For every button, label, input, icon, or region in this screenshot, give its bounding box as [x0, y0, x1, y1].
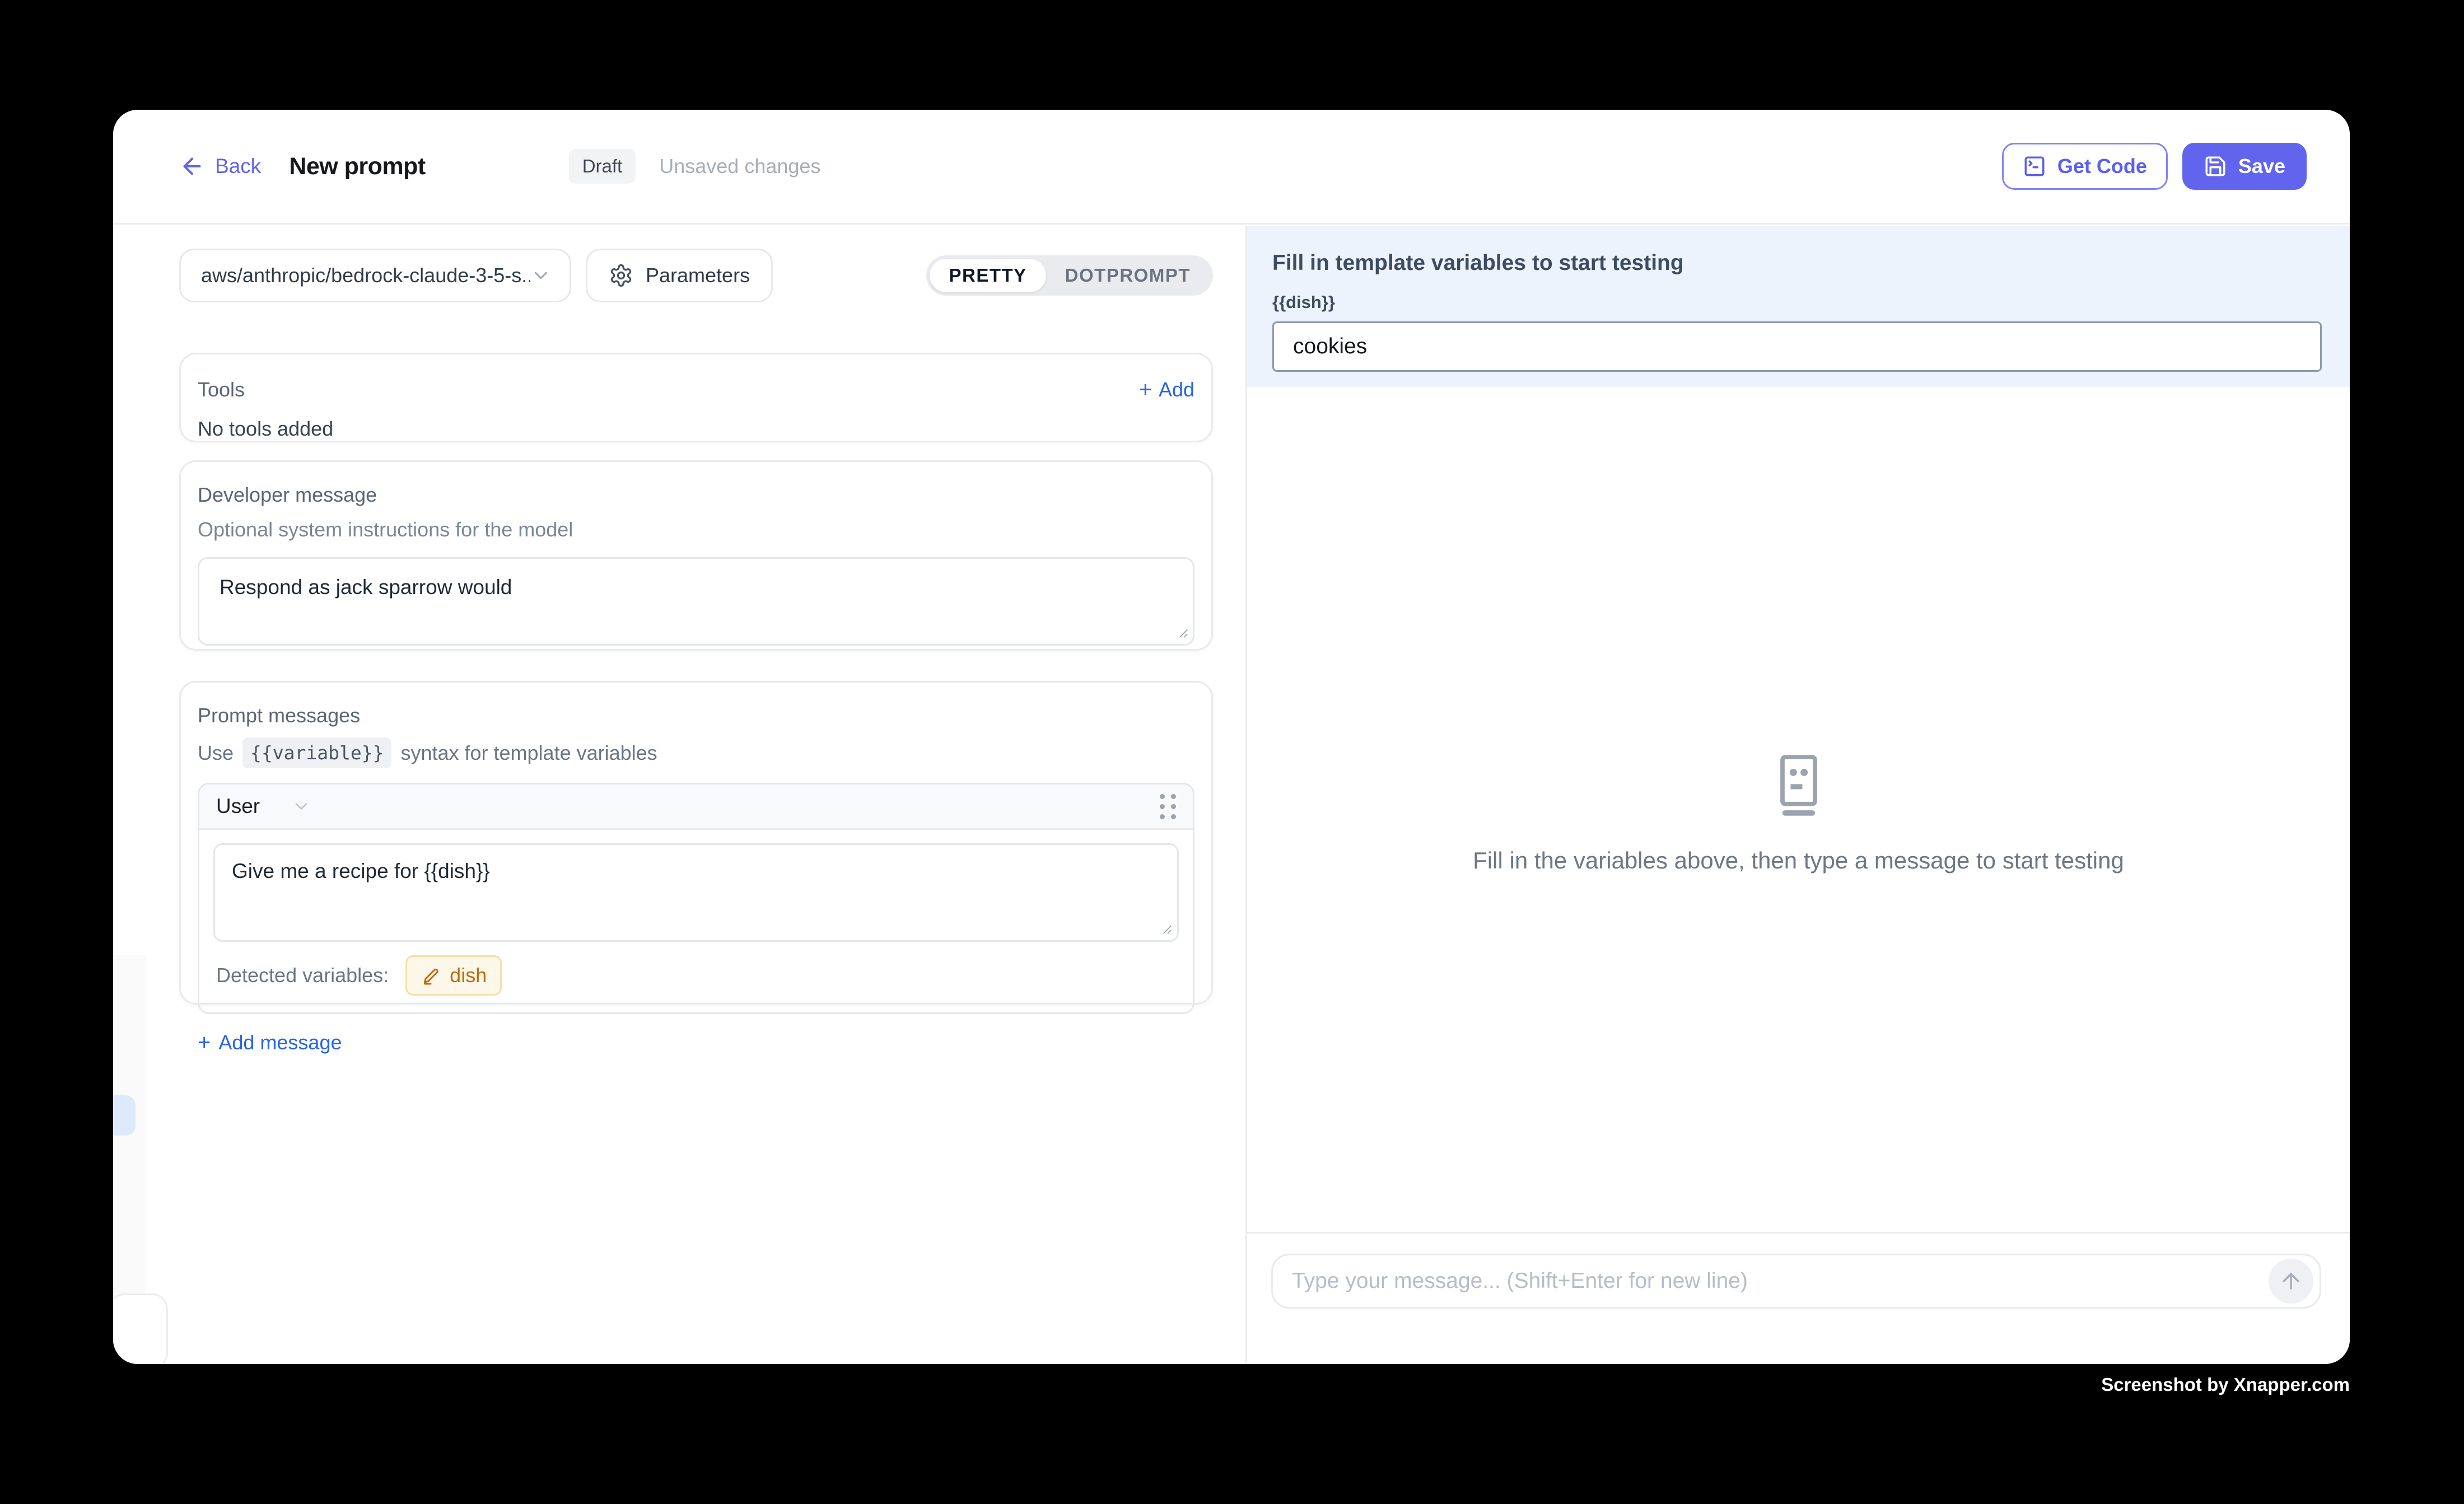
resize-handle-icon[interactable]: [1177, 627, 1189, 639]
add-message-button[interactable]: + Add message: [198, 1031, 1194, 1054]
arrow-left-icon: [179, 153, 205, 179]
model-selector[interactable]: aws/anthropic/bedrock-claude-3-5-s...: [179, 249, 571, 302]
back-button[interactable]: Back: [179, 153, 261, 179]
variable-dish-label: {{dish}}: [1272, 292, 2322, 312]
chevron-down-icon: [291, 796, 311, 816]
background-popover-edge: [113, 1293, 168, 1364]
user-message-textarea[interactable]: Give me a recipe for {{dish}}: [213, 843, 1179, 942]
app-window: Back New prompt Draft Unsaved changes Ge…: [113, 110, 2350, 1364]
save-label: Save: [2238, 155, 2285, 178]
parameters-button[interactable]: Parameters: [586, 249, 773, 302]
plus-icon: +: [198, 1033, 211, 1053]
chevron-down-icon: [530, 265, 552, 286]
prompt-messages-title: Prompt messages: [198, 704, 1194, 727]
drag-handle-icon[interactable]: [1160, 794, 1176, 819]
template-variables-section: Fill in template variables to start test…: [1247, 226, 2350, 387]
save-button[interactable]: Save: [2182, 143, 2307, 190]
unsaved-changes-text: Unsaved changes: [659, 155, 820, 178]
variable-chip-label: dish: [450, 964, 487, 987]
test-panel: Fill in template variables to start test…: [1245, 226, 2350, 1364]
add-message-label: Add message: [218, 1031, 342, 1054]
variable-dish-input[interactable]: [1272, 321, 2322, 372]
save-icon: [2204, 155, 2227, 178]
parameters-label: Parameters: [646, 264, 750, 287]
toggle-pretty[interactable]: PRETTY: [930, 259, 1046, 292]
syntax-prefix: Use: [198, 741, 234, 765]
add-tool-button[interactable]: + Add: [1139, 378, 1194, 401]
chat-empty-state: Fill in the variables above, then type a…: [1247, 753, 2350, 874]
format-toggle: PRETTY DOTPROMPT: [926, 255, 1213, 296]
get-code-label: Get Code: [2057, 155, 2147, 178]
get-code-button[interactable]: Get Code: [2002, 143, 2168, 190]
chat-message-input[interactable]: [1271, 1254, 2321, 1309]
prompt-editor-panel: aws/anthropic/bedrock-claude-3-5-s... Pa…: [113, 226, 1245, 1364]
developer-message-subtitle: Optional system instructions for the mod…: [198, 518, 1194, 541]
plus-icon: +: [1139, 380, 1152, 400]
pencil-icon: [421, 965, 441, 985]
tools-card: Tools + Add No tools added: [179, 353, 1213, 442]
terminal-icon: [2023, 155, 2046, 178]
gear-icon: [609, 263, 633, 288]
message-block: User Give me a recipe for {{dish}} Detec…: [198, 783, 1194, 1014]
composer-divider: [1247, 1232, 2350, 1234]
status-badge: Draft: [569, 149, 636, 184]
variable-chip-dish[interactable]: dish: [405, 955, 502, 996]
toggle-dotprompt[interactable]: DOTPROMPT: [1046, 259, 1210, 292]
developer-message-title: Developer message: [198, 483, 1194, 507]
model-row: aws/anthropic/bedrock-claude-3-5-s... Pa…: [179, 249, 1213, 302]
message-header: User: [199, 784, 1193, 830]
page-title: New prompt: [289, 153, 425, 180]
chat-composer: [1271, 1254, 2321, 1309]
header-bar: Back New prompt Draft Unsaved changes Ge…: [113, 110, 2350, 225]
syntax-hint: Use {{variable}} syntax for template var…: [198, 737, 1194, 768]
prompt-messages-card: Prompt messages Use {{variable}} syntax …: [179, 681, 1213, 1005]
role-selector-value: User: [216, 795, 260, 818]
add-tool-label: Add: [1159, 378, 1194, 401]
syntax-code-chip: {{variable}}: [242, 737, 391, 768]
tools-empty-text: No tools added: [198, 417, 1194, 441]
back-label: Back: [215, 155, 261, 178]
syntax-suffix: syntax for template variables: [400, 741, 657, 765]
send-button[interactable]: [2269, 1259, 2313, 1304]
developer-message-card: Developer message Optional system instru…: [179, 460, 1213, 651]
background-sidebar-active-item: [113, 1095, 136, 1136]
resize-handle-icon[interactable]: [1160, 923, 1173, 935]
bot-icon: [1770, 753, 1828, 818]
arrow-up-icon: [2279, 1269, 2303, 1293]
template-variables-title: Fill in template variables to start test…: [1272, 251, 2322, 275]
tools-title: Tools: [198, 378, 245, 401]
developer-message-textarea[interactable]: Respond as jack sparrow would: [198, 557, 1194, 646]
detected-variables-row: Detected variables: dish: [199, 942, 1193, 1012]
chat-empty-text: Fill in the variables above, then type a…: [1247, 847, 2350, 874]
role-selector[interactable]: User: [216, 795, 311, 818]
watermark-text: Screenshot by Xnapper.com: [2101, 1374, 2350, 1395]
detected-variables-label: Detected variables:: [216, 964, 389, 987]
model-selector-value: aws/anthropic/bedrock-claude-3-5-s...: [201, 264, 530, 287]
